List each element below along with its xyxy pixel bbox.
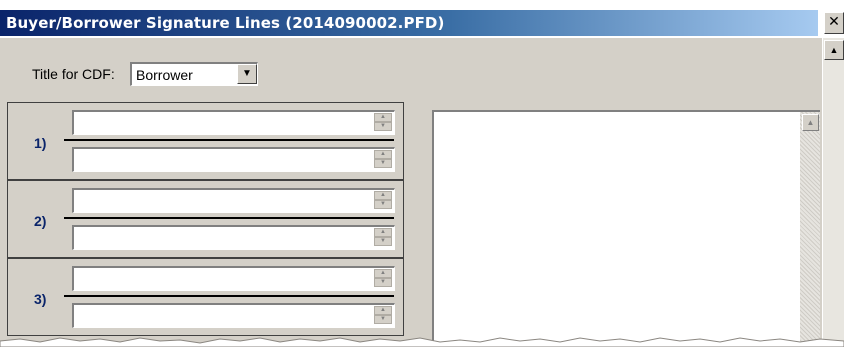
title-bar: Buyer/Borrower Signature Lines (20140900… [0, 0, 844, 38]
window-title: Buyer/Borrower Signature Lines (20140900… [6, 14, 445, 32]
window-vertical-scrollbar[interactable] [822, 38, 844, 347]
torn-edge [0, 337, 844, 347]
spin-arrows-icon[interactable]: ▲ ▼ [374, 306, 392, 326]
signature-line-2-input[interactable]: ▲ ▼ [72, 147, 395, 172]
spin-arrows-icon[interactable]: ▲ ▼ [374, 228, 392, 248]
signature-line-1-input[interactable]: ▲ ▼ [72, 110, 395, 135]
signature-line-1-input[interactable]: ▲ ▼ [72, 188, 395, 213]
window-scroll-up-icon[interactable]: ▲ [824, 40, 844, 60]
signature-line-2-input[interactable]: ▲ ▼ [72, 225, 395, 250]
signature-line [64, 217, 394, 219]
preview-scrollbar[interactable] [800, 112, 820, 347]
signature-number: 1) [34, 135, 47, 151]
close-button[interactable]: ✕ [824, 12, 844, 34]
close-icon: ✕ [828, 14, 840, 30]
signature-lines-window: Buyer/Borrower Signature Lines (20140900… [0, 0, 844, 347]
signature-line-2-input[interactable]: ▲ ▼ [72, 303, 395, 328]
spin-arrows-icon[interactable]: ▲ ▼ [374, 150, 392, 170]
cdf-title-label: Title for CDF: [32, 66, 115, 82]
signature-number: 3) [34, 291, 47, 307]
signature-line [64, 295, 394, 297]
signature-number: 2) [34, 213, 47, 229]
signature-line [64, 139, 394, 141]
spin-arrows-icon[interactable]: ▲ ▼ [374, 113, 392, 133]
signature-group-2: 2) ▲ ▼ ▲ ▼ [7, 180, 404, 258]
scroll-up-icon[interactable]: ▲ [802, 114, 819, 131]
spin-arrows-icon[interactable]: ▲ ▼ [374, 269, 392, 289]
signature-preview-box[interactable]: ▲ [432, 110, 820, 347]
signature-group-3: 3) ▲ ▼ ▲ ▼ [7, 258, 404, 336]
signature-group-1: 1) ▲ ▼ ▲ ▼ [7, 102, 404, 180]
cdf-title-value: Borrower [136, 67, 193, 83]
spin-arrows-icon[interactable]: ▲ ▼ [374, 191, 392, 211]
signature-line-1-input[interactable]: ▲ ▼ [72, 266, 395, 291]
cdf-title-select[interactable]: Borrower ▼ [130, 62, 258, 86]
chevron-down-icon[interactable]: ▼ [237, 64, 257, 84]
